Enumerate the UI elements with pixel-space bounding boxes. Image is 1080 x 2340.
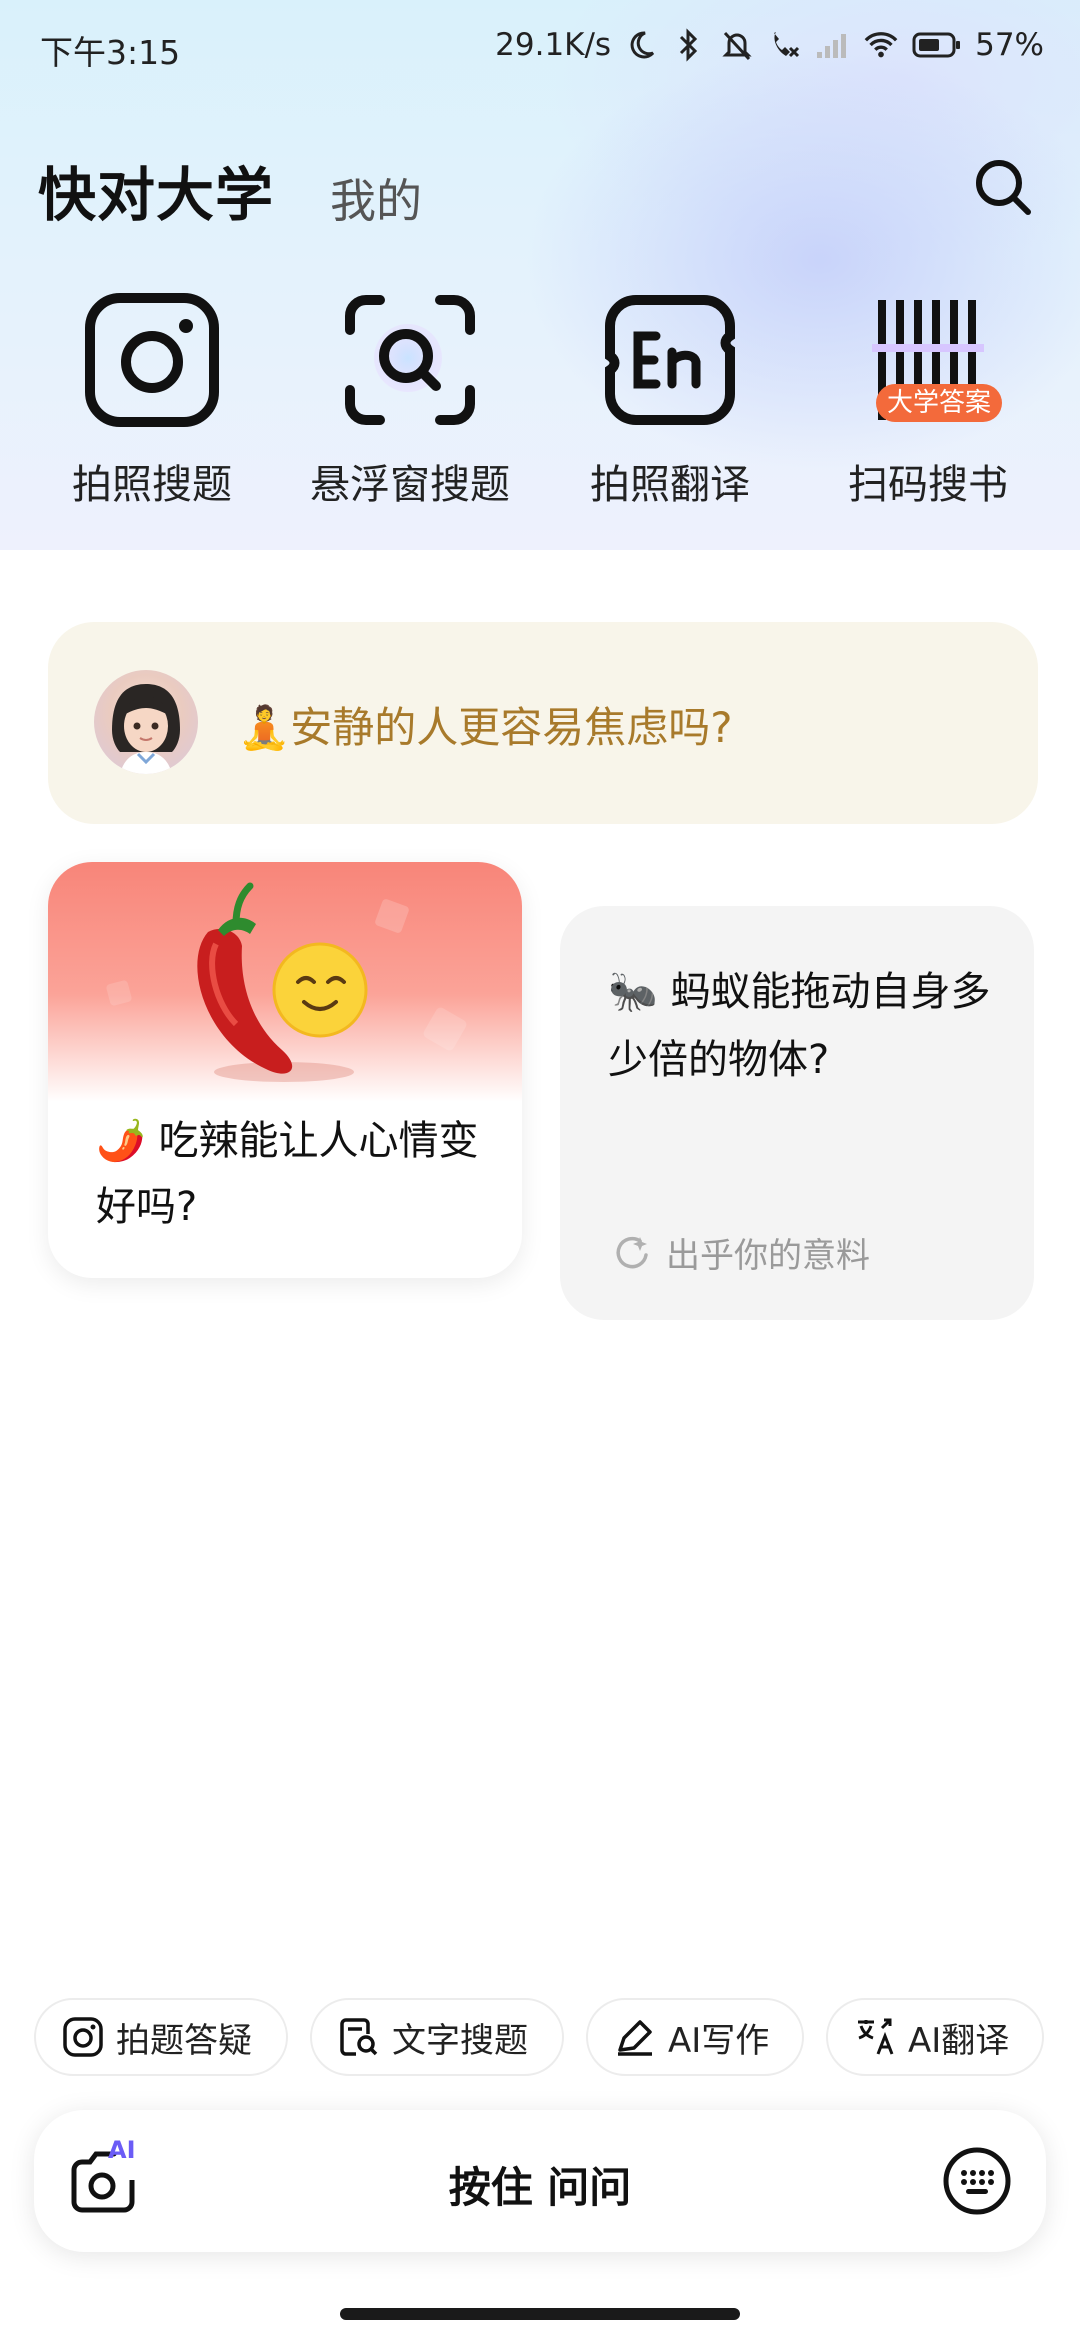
float-search-icon [340,290,480,430]
camera-icon [82,290,222,430]
tool-label: 拍照翻译 [590,462,750,508]
card-text: 🌶️ 吃辣能让人心情变好吗? [96,1108,496,1240]
doc-search-icon [340,2018,378,2056]
tool-float-search[interactable]: 悬浮窗搜题 [290,290,530,510]
signal-icon [815,27,851,63]
chip-ai-writing[interactable]: AI写作 [586,1998,804,2076]
network-speed: 29.1K/s [495,27,612,63]
avatar [94,670,198,774]
tool-scan-book[interactable]: 大学答案 扫码搜书 [808,290,1048,510]
status-icons: 29.1K/s 57% [495,22,1044,68]
card-question: 吃辣能让人心情变好吗? [96,1118,479,1230]
chip-label: AI翻译 [908,2020,1010,2061]
card-text: 🐜 蚂蚁能拖动自身多少倍的物体? [608,958,1008,1094]
camera-small-icon [63,2017,103,2057]
bell-muted-icon [719,27,755,63]
chip-label: AI写作 [668,2020,770,2061]
question-text: 🧘安静的人更容易焦虑吗? [238,694,733,755]
meditation-emoji: 🧘 [238,703,291,752]
question-card[interactable]: 🧘安静的人更容易焦虑吗? [48,622,1038,824]
keyboard-icon [943,2147,1011,2215]
bluetooth-icon [671,27,707,63]
quick-tools: 拍照搜题 悬浮窗搜题 拍照翻译 大学答案 扫码搜书 [0,290,1080,520]
call-icon [767,27,803,63]
keyboard-button[interactable] [942,2146,1012,2216]
refresh-sparkle-icon [616,1236,648,1268]
tab-mine[interactable]: 我的 [330,165,422,231]
search-icon [976,160,1031,215]
chili-illustration [48,862,522,1102]
card-question: 蚂蚁能拖动自身多少倍的物体? [608,969,991,1083]
chip-label: 文字搜题 [392,2020,528,2061]
moon-icon [623,27,659,63]
home-indicator[interactable] [340,2308,740,2320]
barcode-icon: 大学答案 [858,290,1002,430]
ant-emoji: 🐜 [608,969,658,1015]
wifi-icon [863,27,899,63]
hold-to-ask-button[interactable]: 按住 问问 [34,2154,1046,2215]
status-bar: 下午3:15 29.1K/s 57% [0,0,1080,90]
translate-en-icon [600,290,740,430]
topic-card-spicy[interactable]: 🌶️ 吃辣能让人心情变好吗? [48,862,522,1278]
search-button[interactable] [968,152,1038,222]
battery-icon [911,27,963,63]
tool-photo-search[interactable]: 拍照搜题 [32,290,272,510]
question-label: 安静的人更容易焦虑吗? [290,703,733,752]
university-answer-tag: 大学答案 [876,384,1002,422]
app-title: 快对大学 [38,161,275,229]
tool-label: 悬浮窗搜题 [310,462,510,508]
chip-ai-translate[interactable]: AI翻译 [826,1998,1044,2076]
topic-card-ant[interactable]: 🐜 蚂蚁能拖动自身多少倍的物体? 出乎你的意料 [560,906,1034,1320]
card-hint: 出乎你的意料 [612,1228,870,1277]
translate-icon [858,2018,894,2055]
battery-percent: 57% [975,27,1044,63]
tool-photo-translate[interactable]: 拍照翻译 [550,290,790,510]
tool-label: 扫码搜书 [848,462,1008,508]
app-screen: 下午3:15 29.1K/s 57% 快对大学 我的 拍照搜题 悬浮窗搜题 拍照… [0,0,1080,2340]
chip-label: 拍题答疑 [116,2020,252,2061]
pen-icon [618,2020,652,2056]
status-time: 下午3:15 [40,33,181,72]
hint-text: 出乎你的意料 [666,1236,870,1276]
chili-emoji: 🌶️ [96,1118,146,1164]
quick-chips: 拍题答疑 文字搜题 AI写作 AI翻译 [0,1998,1080,2078]
ask-bar: AI 按住 问问 [34,2110,1046,2252]
chip-text-search[interactable]: 文字搜题 [310,1998,564,2076]
tool-label: 拍照搜题 [72,462,232,508]
chip-photo-qa[interactable]: 拍题答疑 [34,1998,288,2076]
